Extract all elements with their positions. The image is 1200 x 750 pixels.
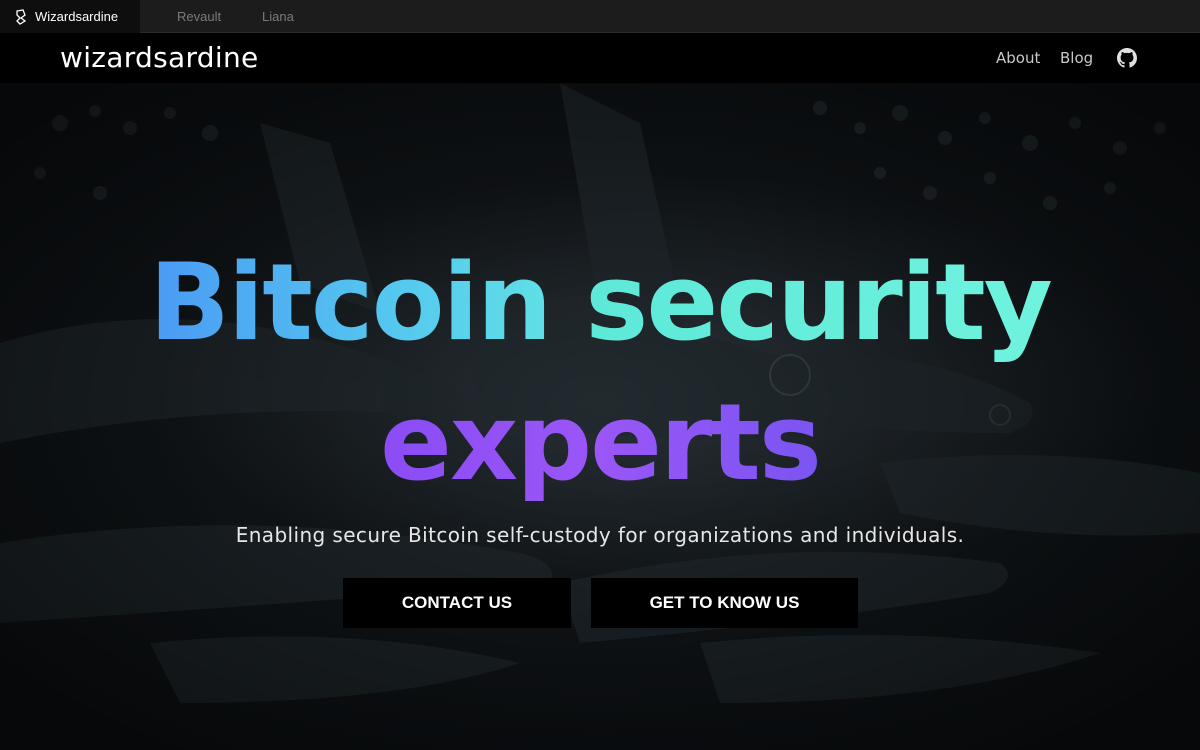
- tab-label: Wizardsardine: [35, 9, 119, 24]
- headline-word-experts: experts: [379, 381, 822, 504]
- site-header: wizardsardine About Blog: [0, 33, 1200, 83]
- contact-us-button[interactable]: CONTACT US: [343, 578, 571, 628]
- headline-word-bitcoin: Bitcoin: [149, 241, 552, 364]
- tab-wizardsardine[interactable]: Wizardsardine: [0, 0, 140, 33]
- page: Wizardsardine Revault Liana wizardsardin…: [0, 0, 1200, 750]
- hero-headline-line1: Bitcoin security: [0, 243, 1200, 363]
- headline-word-security: security: [585, 241, 1053, 364]
- github-icon[interactable]: [1117, 48, 1137, 68]
- hero-tagline: Enabling secure Bitcoin self-custody for…: [235, 523, 965, 547]
- tab-liana[interactable]: Liana: [262, 0, 294, 33]
- brand-logo[interactable]: wizardsardine: [60, 41, 259, 75]
- nav-about-link[interactable]: About: [996, 49, 1040, 67]
- nav-blog-link[interactable]: Blog: [1060, 49, 1093, 67]
- tab-label: Revault: [177, 9, 222, 24]
- hero-section: Bitcoin security experts Enabling secure…: [0, 83, 1200, 750]
- site-tab-strip: Wizardsardine Revault Liana: [0, 0, 1200, 33]
- hero-headline-line2: experts: [0, 383, 1200, 503]
- get-to-know-us-button[interactable]: GET TO KNOW US: [591, 578, 858, 628]
- sardine-logo-icon: [14, 8, 28, 25]
- tab-revault[interactable]: Revault: [177, 0, 221, 33]
- tab-label: Liana: [262, 9, 294, 24]
